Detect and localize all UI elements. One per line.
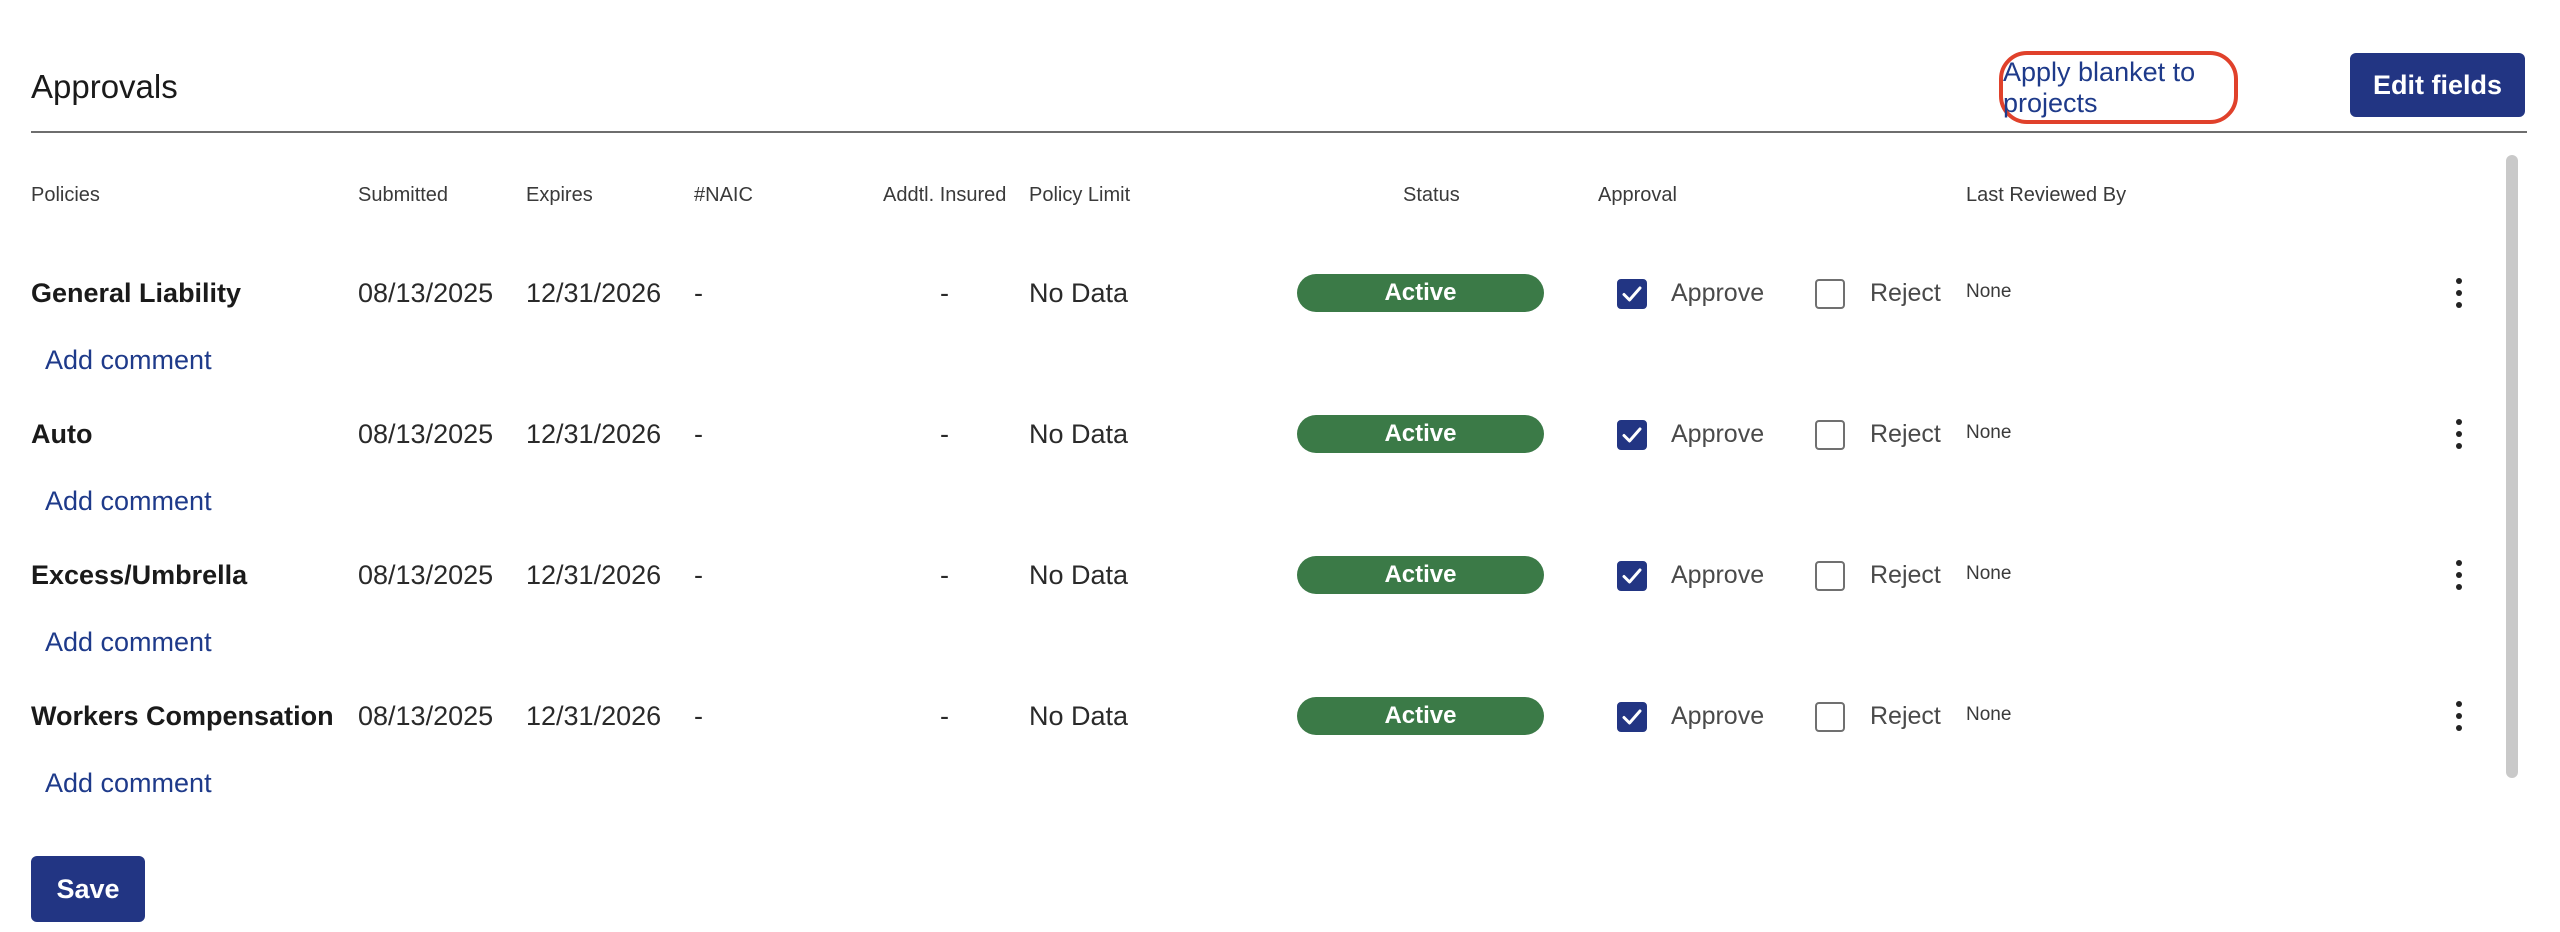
status-badge: Active [1297, 415, 1544, 453]
approve-label: Approve [1671, 561, 1765, 589]
edit-fields-button[interactable]: Edit fields [2350, 53, 2525, 117]
expires-date: 12/31/2026 [526, 278, 662, 308]
column-header-submitted: Submitted [358, 184, 449, 206]
submitted-date: 08/13/2025 [358, 419, 494, 449]
approvals-header: Approvals Apply blanket to projects Edit… [31, 0, 2527, 133]
approve-label: Approve [1671, 702, 1765, 730]
check-icon [1622, 568, 1642, 584]
submitted-date: 08/13/2025 [358, 560, 494, 590]
naic-value: - [694, 278, 703, 308]
approve-label: Approve [1671, 420, 1765, 448]
naic-value: - [694, 419, 703, 449]
expires-date: 12/31/2026 [526, 701, 662, 731]
column-header-policy-limit: Policy Limit [1029, 184, 1131, 206]
policy-name: Excess/Umbrella [31, 560, 248, 590]
kebab-menu-icon[interactable] [2446, 414, 2472, 454]
reject-label: Reject [1870, 420, 1941, 448]
kebab-menu-icon[interactable] [2446, 273, 2472, 313]
last-reviewed-by-value: None [1966, 281, 2012, 302]
reject-checkbox[interactable] [1815, 420, 1845, 450]
status-badge: Active [1297, 274, 1544, 312]
column-header-policies: Policies [31, 184, 100, 206]
add-comment-link[interactable]: Add comment [45, 768, 212, 799]
submitted-date: 08/13/2025 [358, 278, 494, 308]
table-row: Auto 08/13/2025 12/31/2026 - - No Data A… [0, 398, 2500, 539]
addtl-insured-value: - [940, 278, 949, 308]
apply-blanket-button[interactable]: Apply blanket to projects [1999, 51, 2238, 124]
expires-date: 12/31/2026 [526, 560, 662, 590]
last-reviewed-by-value: None [1966, 704, 2012, 725]
addtl-insured-value: - [940, 701, 949, 731]
column-header-expires: Expires [526, 184, 593, 206]
status-badge: Active [1297, 697, 1544, 735]
last-reviewed-by-value: None [1966, 563, 2012, 584]
approve-checkbox[interactable] [1617, 279, 1647, 309]
vertical-scrollbar[interactable] [2506, 155, 2518, 778]
approve-checkbox[interactable] [1617, 561, 1647, 591]
check-icon [1622, 427, 1642, 443]
policy-limit-value: No Data [1029, 701, 1129, 731]
addtl-insured-value: - [940, 419, 949, 449]
naic-value: - [694, 701, 703, 731]
table-row: Excess/Umbrella 08/13/2025 12/31/2026 - … [0, 539, 2500, 680]
column-header-naic: #NAIC [694, 184, 753, 206]
submitted-date: 08/13/2025 [358, 701, 494, 731]
table-row: Workers Compensation 08/13/2025 12/31/20… [0, 680, 2500, 821]
table-row: General Liability 08/13/2025 12/31/2026 … [0, 257, 2500, 398]
column-header-last-reviewed-by: Last Reviewed By [1966, 184, 2127, 206]
reject-label: Reject [1870, 279, 1941, 307]
policy-name: General Liability [31, 278, 242, 308]
policy-limit-value: No Data [1029, 278, 1129, 308]
column-header-addtl-insured: Addtl. Insured [883, 184, 1007, 206]
reject-checkbox[interactable] [1815, 702, 1845, 732]
kebab-menu-icon[interactable] [2446, 696, 2472, 736]
add-comment-link[interactable]: Add comment [45, 627, 212, 658]
status-badge: Active [1297, 556, 1544, 594]
approve-checkbox[interactable] [1617, 420, 1647, 450]
expires-date: 12/31/2026 [526, 419, 662, 449]
save-button[interactable]: Save [31, 856, 145, 922]
last-reviewed-by-value: None [1966, 422, 2012, 443]
reject-label: Reject [1870, 702, 1941, 730]
kebab-menu-icon[interactable] [2446, 555, 2472, 595]
approve-label: Approve [1671, 279, 1765, 307]
page-title: Approvals [31, 68, 178, 105]
policy-limit-value: No Data [1029, 560, 1129, 590]
add-comment-link[interactable]: Add comment [45, 345, 212, 376]
addtl-insured-value: - [940, 560, 949, 590]
reject-checkbox[interactable] [1815, 279, 1845, 309]
column-header-status: Status [1403, 184, 1460, 206]
column-header-approval: Approval [1598, 184, 1677, 206]
check-icon [1622, 286, 1642, 302]
policy-name: Workers Compensation [31, 701, 334, 731]
check-icon [1622, 709, 1642, 725]
approve-checkbox[interactable] [1617, 702, 1647, 732]
add-comment-link[interactable]: Add comment [45, 486, 212, 517]
policy-limit-value: No Data [1029, 419, 1129, 449]
policy-name: Auto [31, 419, 93, 449]
reject-checkbox[interactable] [1815, 561, 1845, 591]
reject-label: Reject [1870, 561, 1941, 589]
naic-value: - [694, 560, 703, 590]
